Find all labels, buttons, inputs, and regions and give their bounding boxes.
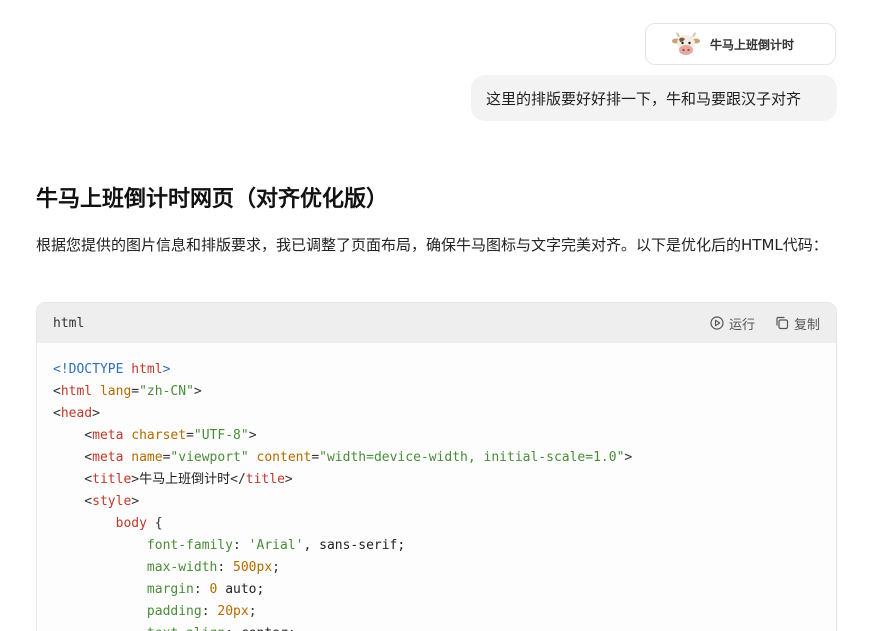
response-title: 牛马上班倒计时网页（对齐优化版） — [36, 187, 389, 212]
code-line: <!DOCTYPE html> — [53, 362, 171, 377]
chat-page: 牛马上班倒计时 这里的排版要好好排一下，牛和马要跟汉子对齐 牛马上班倒计时网页（… — [0, 0, 870, 631]
code-line: max-width: 500px; — [53, 560, 280, 575]
code-line: body { — [53, 516, 163, 531]
code-line: <title>牛马上班倒计时</title> — [53, 472, 293, 487]
code-line: padding: 20px; — [53, 604, 257, 619]
response-description: 根据您提供的图片信息和排版要求，我已调整了页面布局，确保牛马图标与文字完美对齐。… — [36, 236, 828, 254]
code-actions: 运行 复制 — [710, 314, 820, 333]
attachment-filename: 牛马上班倒计时 — [710, 37, 795, 52]
run-button[interactable]: 运行 — [710, 314, 755, 333]
code-line: <style> — [53, 494, 140, 509]
attachment-card[interactable]: 牛马上班倒计时 — [645, 23, 836, 65]
code-block-header: html 运行 复制 — [37, 303, 836, 343]
code-line: <head> — [53, 406, 100, 421]
code-language-label: html — [53, 315, 85, 331]
code-line: <html lang="zh-CN"> — [53, 384, 202, 399]
code-block: html 运行 复制 <!DOCTYPE html> <html lang="z… — [36, 302, 837, 631]
code-line: margin: 0 auto; — [53, 582, 265, 597]
code-content: <!DOCTYPE html> <html lang="zh-CN"> <head>… — [37, 343, 836, 631]
user-message-bubble: 这里的排版要好好排一下，牛和马要跟汉子对齐 — [471, 75, 837, 121]
code-line: <meta charset="UTF-8"> — [53, 428, 257, 443]
copy-button[interactable]: 复制 — [775, 314, 820, 333]
code-line: text-align: center; — [53, 623, 820, 631]
code-line: font-family: 'Arial', sans-serif; — [53, 538, 406, 553]
cow-face-icon — [672, 30, 700, 58]
code-line: <meta name="viewport" content="width=dev… — [53, 450, 633, 465]
run-button-label: 运行 — [728, 317, 755, 333]
copy-button-label: 复制 — [793, 317, 820, 333]
copy-icon — [775, 316, 789, 330]
play-circle-icon — [710, 316, 724, 330]
